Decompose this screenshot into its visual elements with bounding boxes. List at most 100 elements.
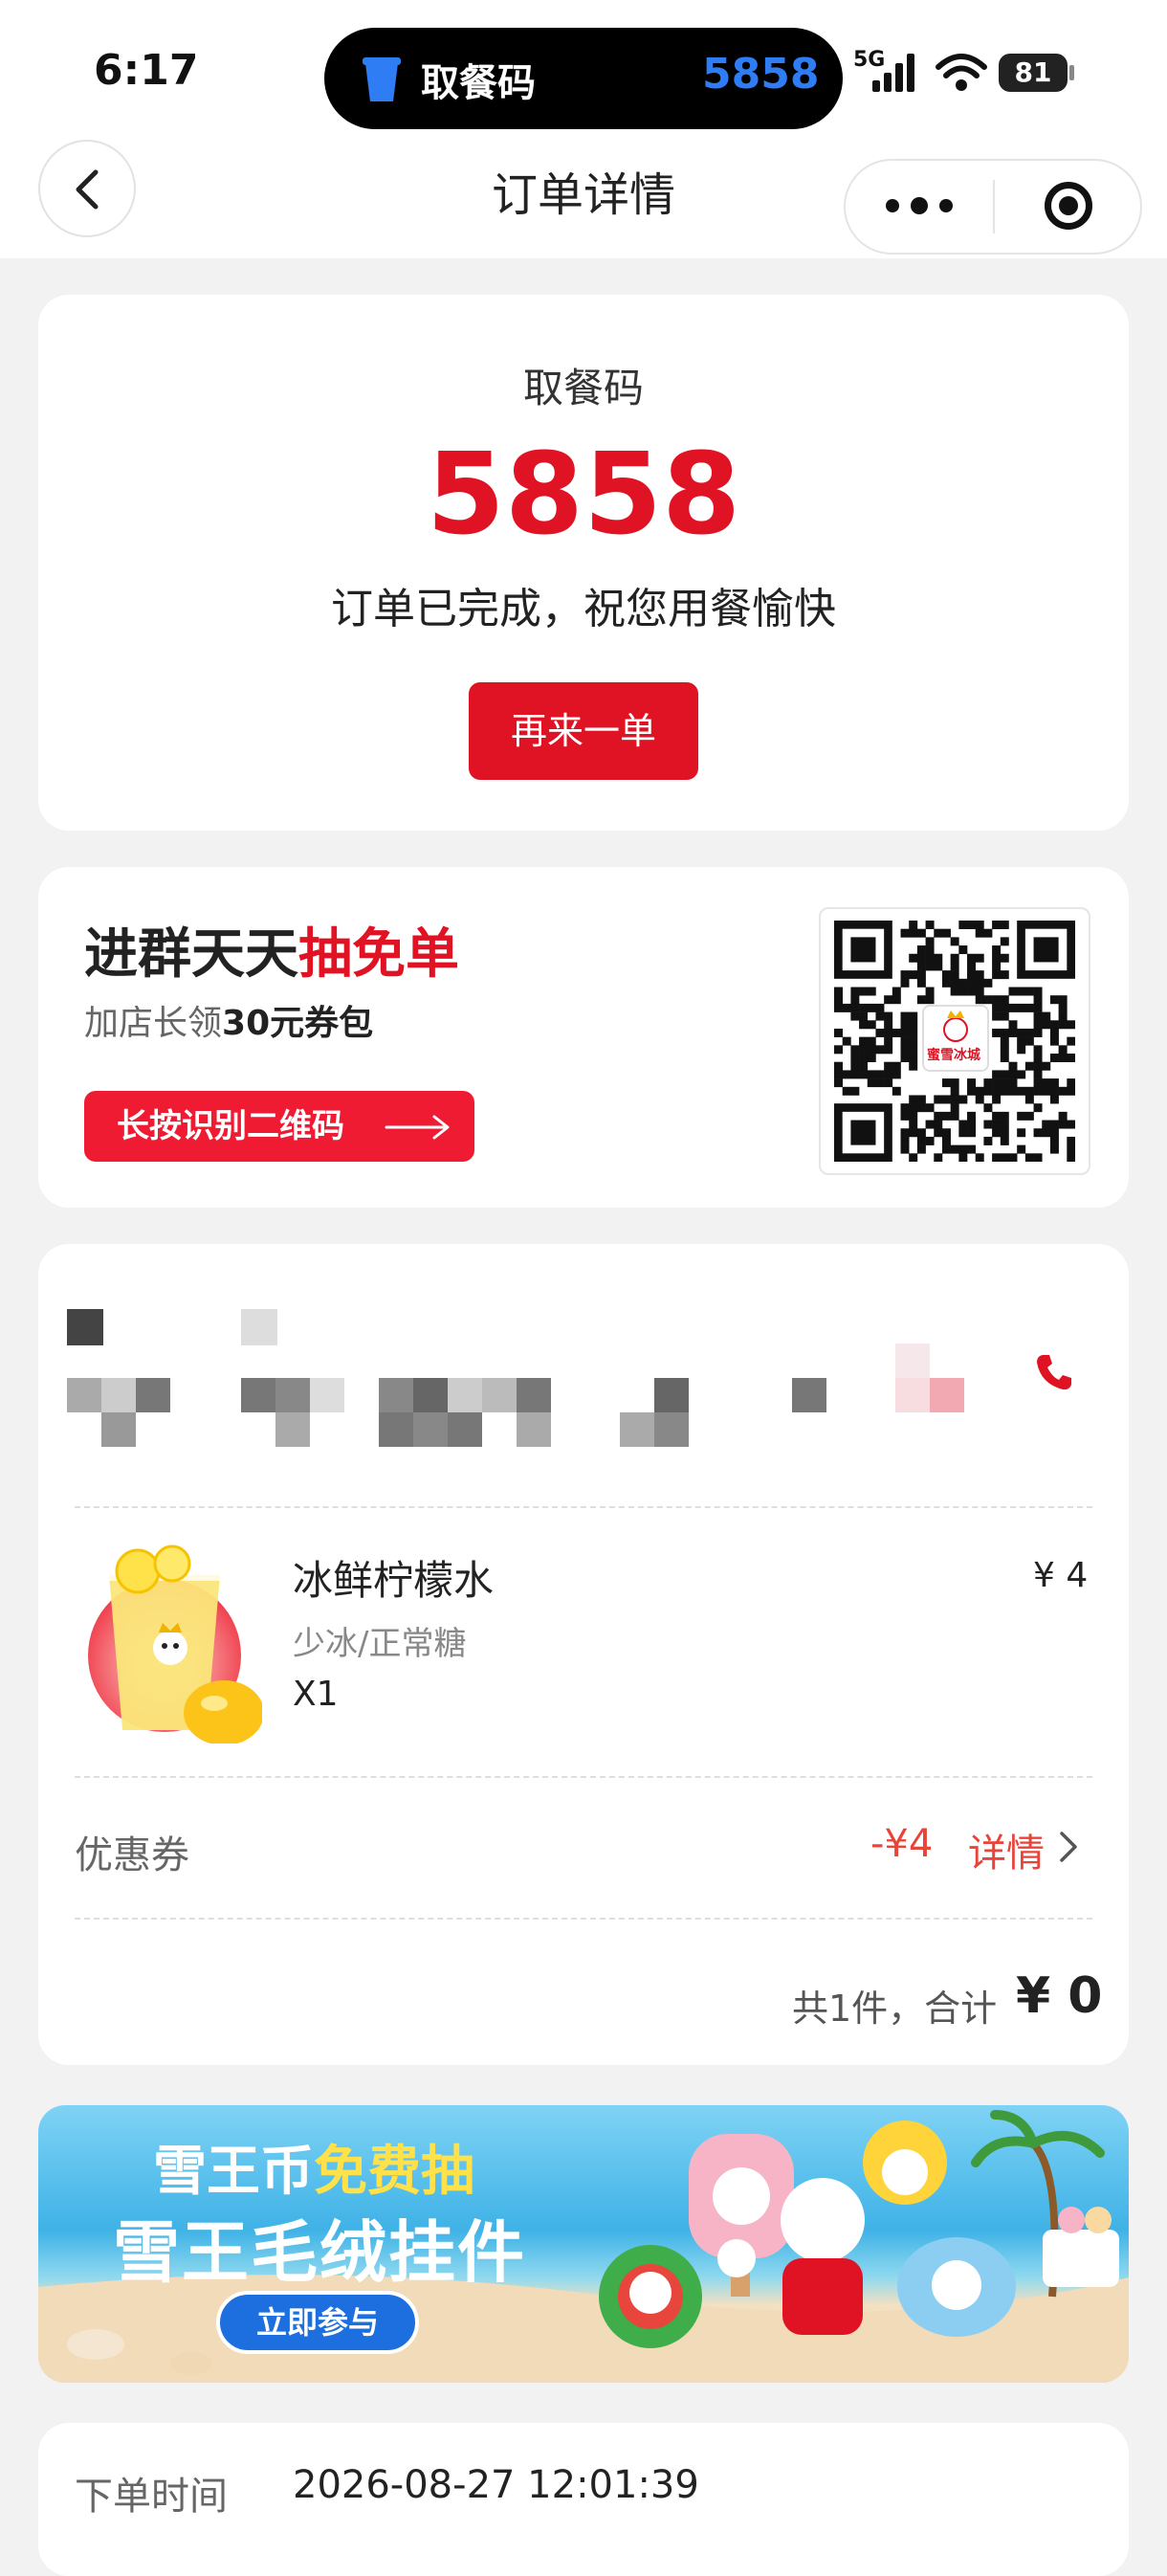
qr-module xyxy=(1058,1020,1068,1030)
capsule-divider xyxy=(993,180,995,233)
qr-module xyxy=(916,995,926,1005)
qr-module xyxy=(909,1061,918,1071)
qr-module xyxy=(884,1078,893,1088)
qr-module xyxy=(975,1095,984,1104)
qr-module xyxy=(892,1086,901,1096)
qr-module xyxy=(1033,1070,1043,1079)
banner-line1-highlight: 免费抽 xyxy=(314,2141,474,2203)
qr-module xyxy=(967,987,977,996)
qr-module xyxy=(859,1054,869,1063)
qr-module xyxy=(909,1045,918,1055)
qr-module xyxy=(1049,1036,1059,1046)
qr-module xyxy=(983,1120,993,1129)
qr-module xyxy=(1033,1086,1043,1096)
qr-module xyxy=(867,1054,876,1063)
reorder-button[interactable]: 再来一单 xyxy=(469,682,698,780)
qr-module xyxy=(900,1036,910,1046)
qr-module xyxy=(1000,1086,1009,1096)
qr-module xyxy=(950,1103,959,1113)
qr-module xyxy=(941,1078,951,1088)
qr-module xyxy=(1033,1153,1043,1162)
qr-module xyxy=(1049,1128,1059,1138)
qr-module xyxy=(967,1120,977,1129)
qr-module xyxy=(1067,1078,1075,1088)
qr-module xyxy=(925,1136,935,1145)
qr-module xyxy=(1000,1011,1009,1021)
qr-module xyxy=(1058,995,1068,1005)
qr-module xyxy=(958,1095,968,1104)
qr-module xyxy=(1033,1128,1043,1138)
qr-module xyxy=(958,921,968,929)
qr-module xyxy=(1033,995,1043,1005)
qr-module xyxy=(909,970,918,980)
qr-module xyxy=(1067,1020,1075,1030)
qr-module xyxy=(875,1003,885,1012)
qr-module xyxy=(1049,1136,1059,1145)
qr-module xyxy=(950,962,959,971)
qr-module xyxy=(925,1103,935,1113)
qr-module xyxy=(867,1003,876,1012)
qr-module xyxy=(1008,1028,1018,1037)
qr-module xyxy=(992,1095,1002,1104)
qr-module xyxy=(1033,1011,1043,1021)
qr-module xyxy=(925,953,935,963)
chevron-right-icon[interactable] xyxy=(1056,1828,1081,1866)
status-time: 6:17 xyxy=(94,46,199,95)
qr-module xyxy=(1058,1086,1068,1096)
qr-module xyxy=(967,1144,977,1154)
qr-module xyxy=(859,987,869,996)
qr-module xyxy=(1017,1144,1026,1154)
qr-module xyxy=(950,1144,959,1154)
qr-module xyxy=(1033,1054,1043,1063)
qr-module xyxy=(983,1103,993,1113)
divider-1 xyxy=(75,1506,1092,1508)
qr-module xyxy=(909,1036,918,1046)
qr-module xyxy=(875,1045,885,1055)
qr-module xyxy=(909,1028,918,1037)
qr-module xyxy=(1033,1028,1043,1037)
qr-module xyxy=(925,962,935,971)
qr-module xyxy=(1067,1144,1075,1154)
qr-module xyxy=(909,1103,918,1113)
qr-module xyxy=(1000,937,1009,946)
qr-module xyxy=(900,1128,910,1138)
close-icon-dot xyxy=(1059,196,1078,215)
qr-module xyxy=(1008,1153,1018,1162)
coupon-detail-link[interactable]: 详情 xyxy=(968,1822,1045,1877)
qr-module xyxy=(992,1078,1002,1088)
qr-module xyxy=(850,1061,860,1071)
phone-icon[interactable] xyxy=(1033,1351,1075,1393)
qr-module xyxy=(975,928,984,938)
qr-module xyxy=(900,1144,910,1154)
qr-module xyxy=(1067,1153,1075,1162)
group-title-prefix: 进群天天 xyxy=(84,923,298,986)
qr-module xyxy=(1058,1054,1068,1063)
more-icon[interactable] xyxy=(886,197,953,214)
qr-module xyxy=(875,1078,885,1088)
qr-module xyxy=(983,1136,993,1145)
qr-module xyxy=(850,987,860,996)
qr-finder xyxy=(850,937,876,963)
qr-module xyxy=(1017,1070,1026,1079)
qr-module xyxy=(1024,1036,1034,1046)
group-sub-prefix: 加店长领 xyxy=(84,1004,223,1043)
store-info-redacted xyxy=(67,1309,964,1447)
qr-module xyxy=(950,987,959,996)
qr-module xyxy=(1049,995,1059,1005)
banner-join-button[interactable]: 立即参与 xyxy=(216,2291,419,2354)
scan-qr-label: 长按识别二维码 xyxy=(117,1107,344,1145)
qr-module xyxy=(958,1144,968,1154)
qr-module xyxy=(1000,1078,1009,1088)
qr-module xyxy=(1067,1036,1075,1046)
qr-module xyxy=(967,921,977,929)
qr-module xyxy=(900,1103,910,1113)
qr-module xyxy=(859,1011,869,1021)
qr-module xyxy=(834,995,843,1005)
qr-module xyxy=(1008,1020,1018,1030)
qr-module xyxy=(1017,1111,1026,1121)
qr-module xyxy=(850,1054,860,1063)
qr-module xyxy=(1058,1111,1068,1121)
qr-module xyxy=(900,1111,910,1121)
qr-module xyxy=(850,1045,860,1055)
qr-module xyxy=(975,995,984,1005)
